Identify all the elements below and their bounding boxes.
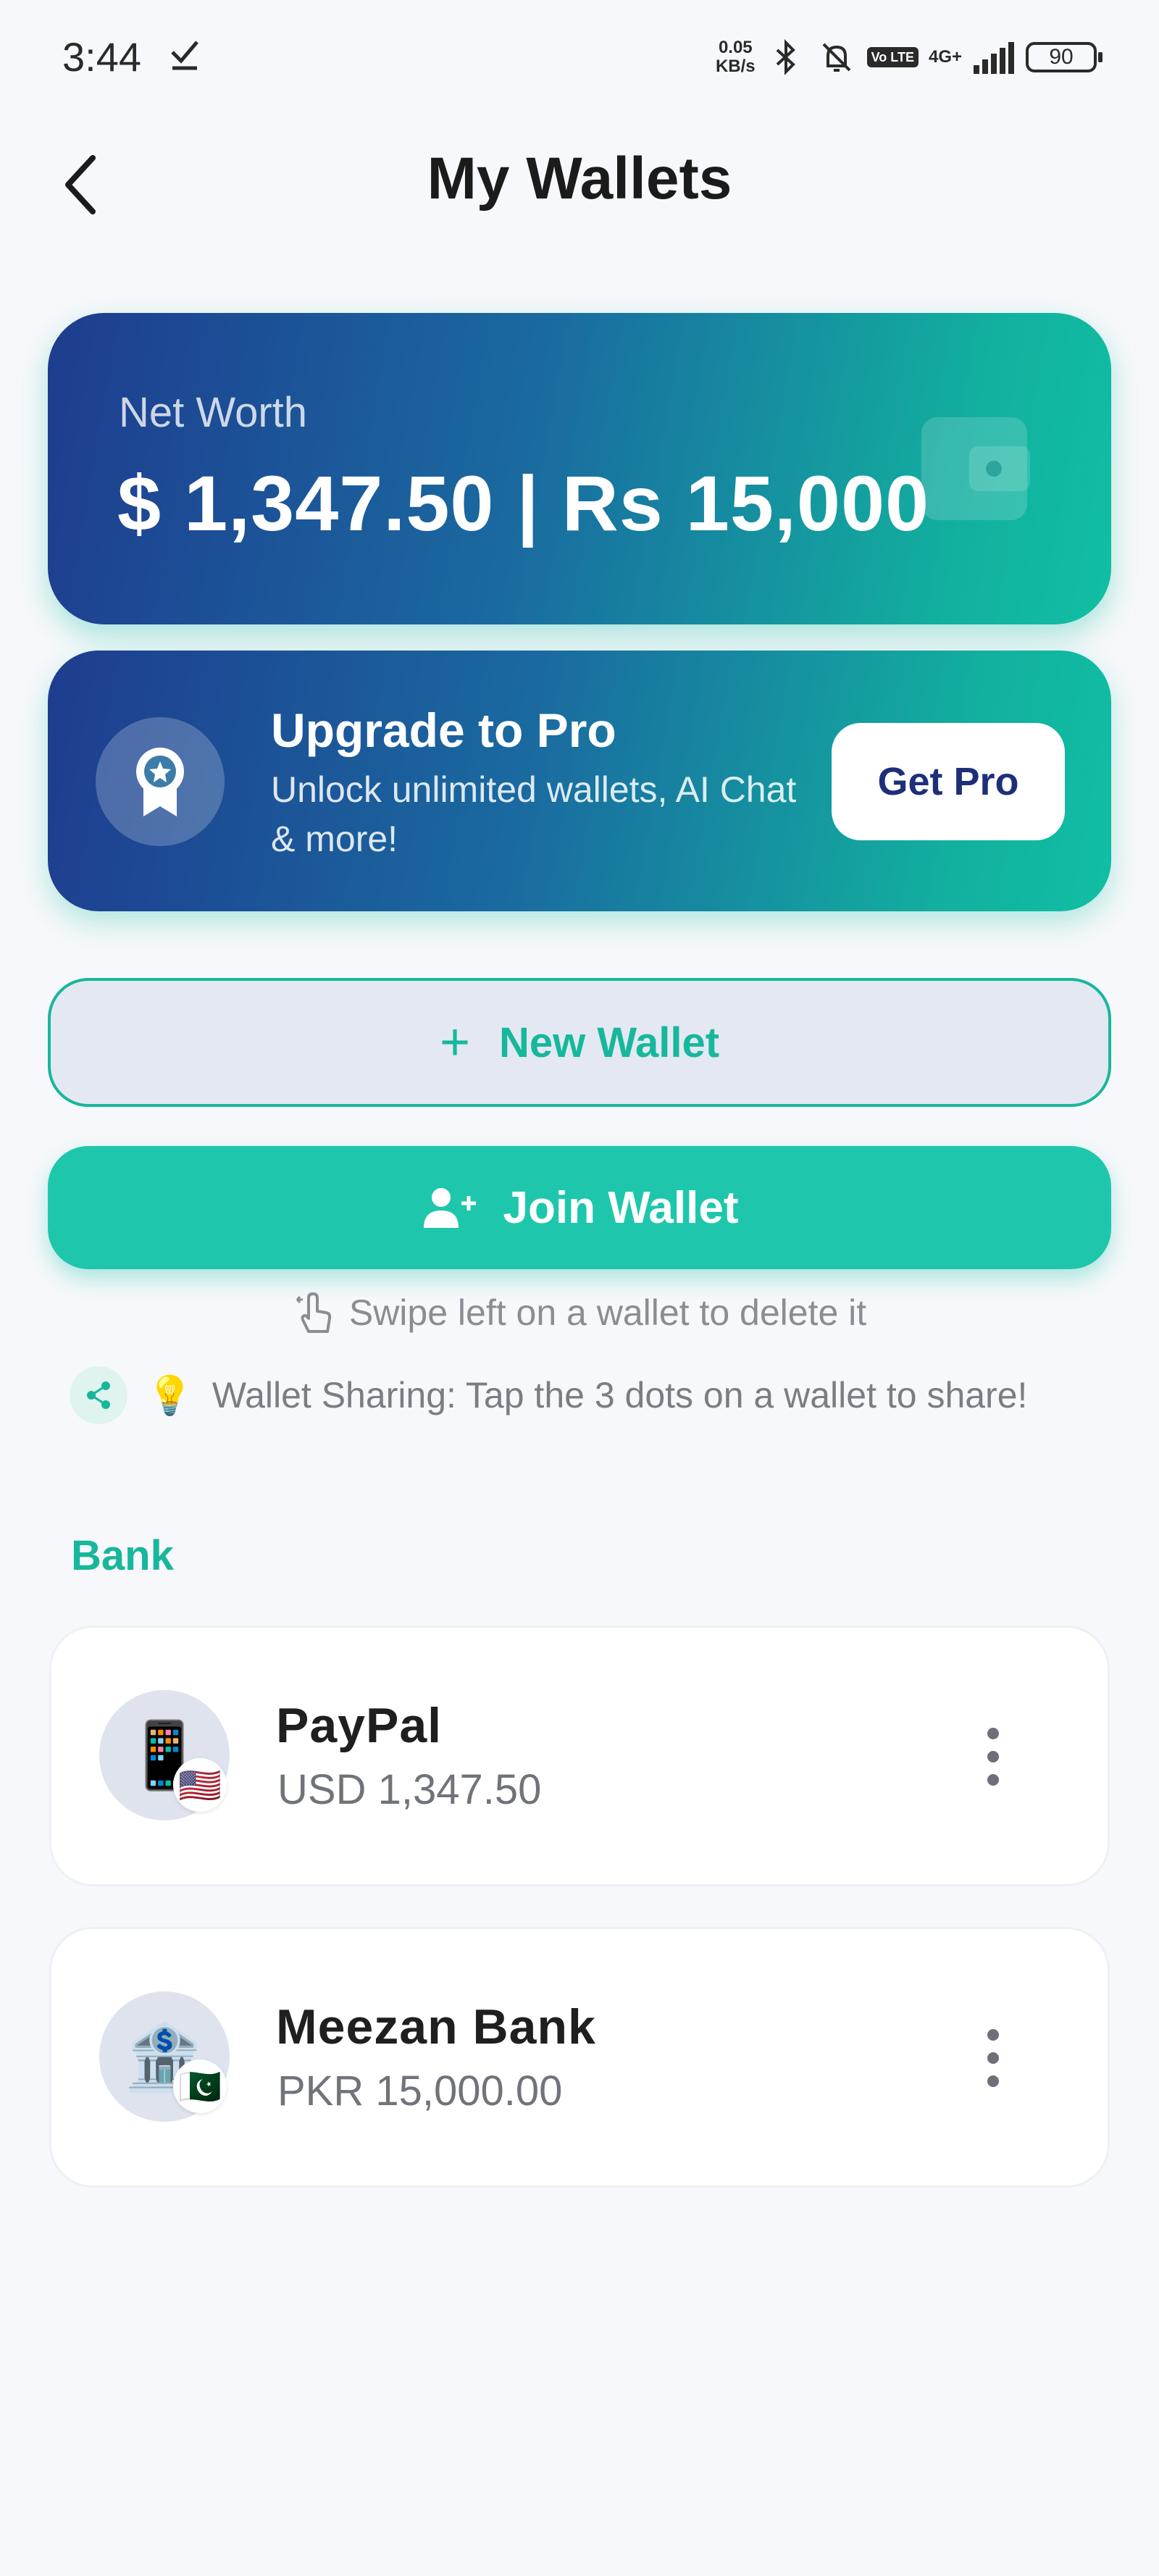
new-wallet-button[interactable]: + New Wallet: [48, 978, 1111, 1107]
award-icon: [136, 748, 184, 816]
net-worth-card: Net Worth $ 1,347.50 | Rs 15,000: [48, 313, 1111, 624]
wallet-balance: USD 1,347.50: [277, 1766, 542, 1813]
net-worth-value: $ 1,347.50 | Rs 15,000: [117, 459, 930, 547]
plus-icon: +: [439, 1013, 470, 1071]
wallet-card-paypal[interactable]: 📱 🇺🇸 PayPal USD 1,347.50: [49, 1626, 1110, 1886]
wallet-name: PayPal: [276, 1698, 443, 1753]
net-worth-label: Net Worth: [119, 389, 308, 436]
swipe-hand-icon: [296, 1292, 331, 1333]
sharing-hint: 💡 Wallet Sharing: Tap the 3 dots on a wa…: [70, 1366, 1027, 1424]
bluetooth-icon: [776, 39, 795, 75]
award-badge: [96, 717, 225, 846]
status-time: 3:44: [62, 34, 141, 80]
volte-icon: Vo LTE: [866, 47, 919, 67]
join-wallet-button[interactable]: Join Wallet: [48, 1146, 1111, 1269]
upgrade-subtitle: Unlock unlimited wallets, AI Chat & more…: [271, 769, 797, 859]
section-title-bank: Bank: [71, 1532, 174, 1579]
more-options-icon[interactable]: [979, 1728, 1008, 1786]
wallet-card-meezan-bank[interactable]: 🏦 🇵🇰 Meezan Bank PKR 15,000.00: [49, 1927, 1110, 2188]
battery-icon: 90: [1026, 42, 1102, 72]
share-icon: [70, 1366, 127, 1424]
checkmark-icon: [171, 41, 198, 70]
join-wallet-label: Join Wallet: [503, 1182, 739, 1233]
swipe-hint-text: Swipe left on a wallet to delete it: [348, 1292, 867, 1333]
network-type: 4G+: [928, 47, 962, 67]
mute-icon: [822, 43, 851, 72]
sharing-hint-text: Wallet Sharing: Tap the 3 dots on a wall…: [212, 1375, 1028, 1415]
status-bar: 3:44 0.05 KB/s Vo LTE 4G+ 90: [0, 0, 1159, 116]
pk-flag-icon: 🇵🇰: [173, 2059, 227, 2113]
page-title: My Wallets: [427, 146, 732, 212]
network-speed: 0.05 KB/s: [715, 38, 756, 76]
upgrade-card[interactable]: Upgrade to Pro Unlock unlimited wallets,…: [48, 651, 1111, 911]
signal-icon: [974, 42, 1014, 74]
get-pro-button[interactable]: Get Pro: [832, 723, 1065, 840]
new-wallet-label: New Wallet: [499, 1019, 720, 1066]
lightbulb-icon: 💡: [146, 1374, 193, 1417]
wallet-icon: [921, 417, 1030, 520]
swipe-hint: Swipe left on a wallet to delete it: [0, 1291, 1159, 1334]
more-options-icon[interactable]: [979, 2029, 1008, 2087]
us-flag-icon: 🇺🇸: [173, 1758, 227, 1812]
wallet-balance: PKR 15,000.00: [277, 2067, 563, 2115]
upgrade-title: Upgrade to Pro: [271, 703, 616, 757]
add-user-icon: [423, 1188, 476, 1228]
wallet-name: Meezan Bank: [276, 1999, 596, 2054]
